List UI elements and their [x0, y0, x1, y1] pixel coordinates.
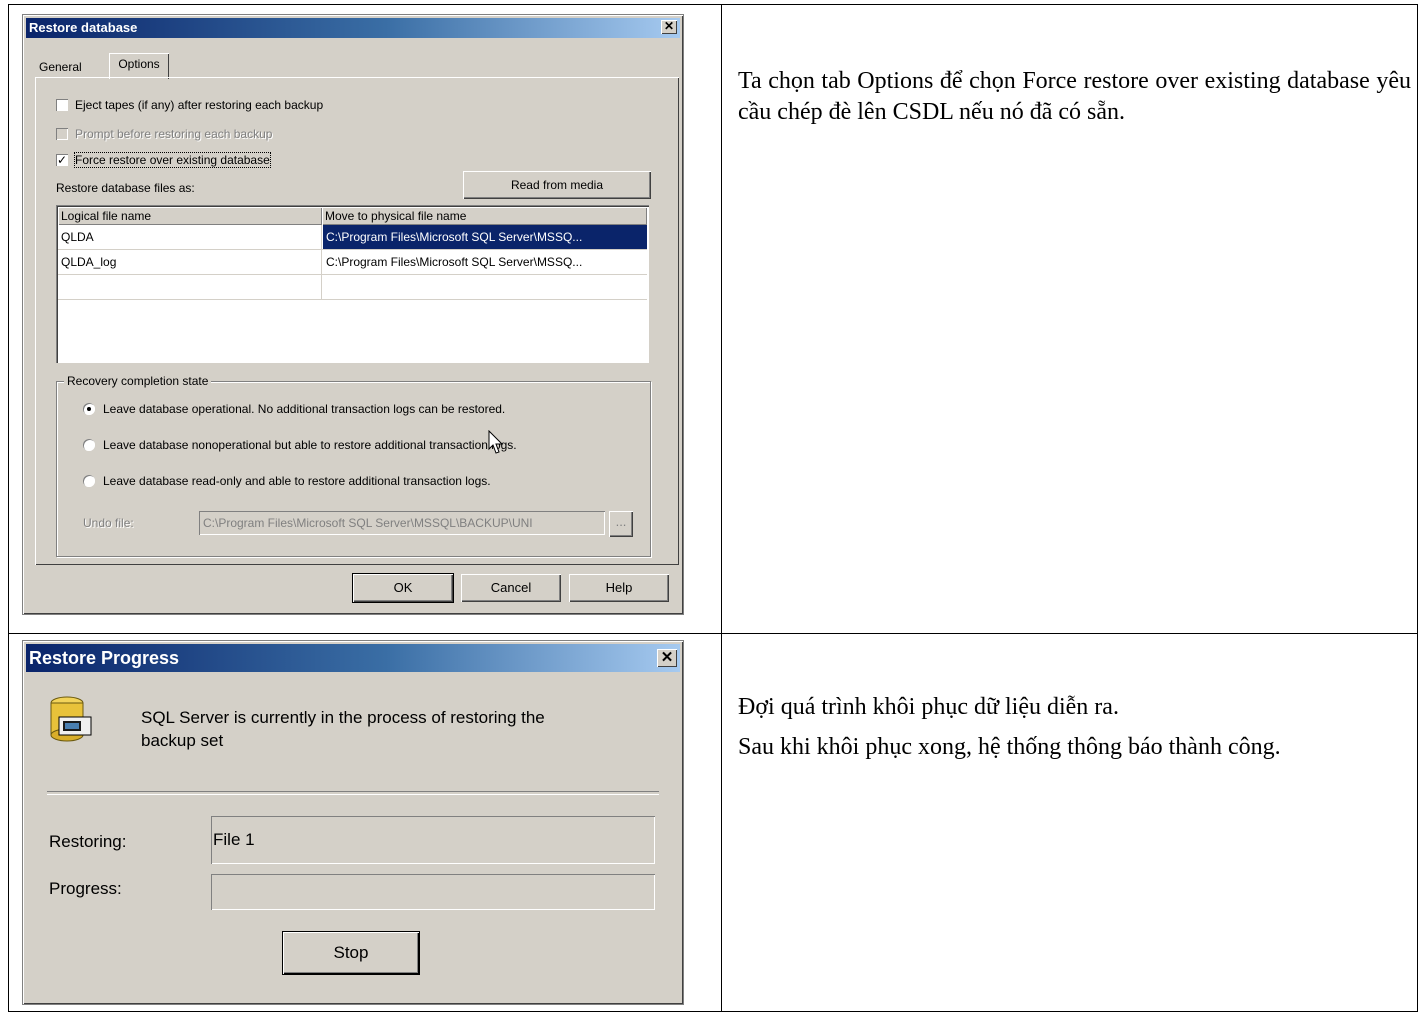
- help-label: Help: [605, 580, 633, 595]
- grid-header-logical[interactable]: Logical file name: [58, 207, 322, 225]
- cell-row2-text: Đợi quá trình khôi phục dữ liệu diễn ra.…: [721, 632, 1418, 1013]
- recovery-legend: Recovery completion state: [64, 374, 212, 388]
- restoring-label: Restoring:: [49, 832, 127, 851]
- cancel-label: Cancel: [490, 580, 532, 595]
- progress-label: Progress:: [49, 879, 122, 898]
- read-from-media-button[interactable]: Read from media: [463, 171, 651, 199]
- undo-file-value: C:\Program Files\Microsoft SQL Server\MS…: [203, 516, 533, 530]
- title-bar: Restore database ✕: [26, 18, 680, 38]
- restoring-field: File 1: [211, 816, 655, 864]
- prompt-before-checkbox: [56, 128, 68, 140]
- recovery-option-3-label: Leave database read-only and able to res…: [103, 474, 491, 488]
- dialog-title: Restore database: [29, 20, 138, 35]
- browse-label: ...: [615, 514, 627, 529]
- restoring-value: File 1: [213, 830, 255, 849]
- row1-paragraph: Ta chọn tab Options để chọn Force restor…: [738, 68, 1411, 125]
- eject-tapes-checkbox[interactable]: [56, 99, 68, 111]
- tab-general[interactable]: General: [39, 60, 82, 74]
- progress-bar: [211, 874, 655, 910]
- cell-row1-text: Ta chọn tab Options để chọn Force restor…: [721, 4, 1418, 634]
- tab-options[interactable]: Options: [109, 53, 169, 79]
- title-bar: Restore Progress ✕: [26, 644, 680, 672]
- tab-options-label: Options: [118, 57, 160, 71]
- recovery-option-1-label: Leave database operational. No additiona…: [103, 402, 506, 416]
- ok-button[interactable]: OK: [352, 573, 454, 603]
- row2-paragraph-2: Sau khi khôi phục xong, hệ thống thông b…: [738, 733, 1281, 760]
- undo-file-input: C:\Program Files\Microsoft SQL Server\MS…: [199, 511, 605, 535]
- row2-paragraph-1: Đợi quá trình khôi phục dữ liệu diễn ra.: [738, 693, 1119, 720]
- cancel-button[interactable]: Cancel: [461, 574, 561, 602]
- stop-label: Stop: [333, 943, 369, 962]
- grid-cell-logical: QLDA: [58, 225, 322, 249]
- recovery-option-3-radio[interactable]: [83, 475, 95, 487]
- prompt-before-label: Prompt before restoring each backup: [75, 127, 273, 141]
- stop-button[interactable]: Stop: [283, 932, 419, 974]
- restore-files-label: Restore database files as:: [56, 181, 195, 195]
- recovery-option-1-radio[interactable]: [83, 403, 95, 415]
- database-icon: [50, 696, 92, 742]
- force-restore-checkbox[interactable]: ✓: [56, 154, 68, 166]
- grid-header-physical[interactable]: Move to physical file name: [322, 207, 647, 225]
- restore-database-dialog: Restore database ✕ General Options Eject…: [22, 14, 684, 615]
- progress-message-line2: backup set: [141, 731, 224, 750]
- restore-progress-dialog: Restore Progress ✕ SQL Server is current…: [22, 640, 684, 1005]
- eject-tapes-label: Eject tapes (if any) after restoring eac…: [75, 98, 324, 112]
- grid-row[interactable]: QLDA_log C:\Program Files\Microsoft SQL …: [58, 250, 647, 275]
- force-restore-label: Force restore over existing database: [74, 152, 271, 168]
- ok-label: OK: [393, 580, 413, 595]
- read-from-media-label: Read from media: [510, 178, 604, 192]
- grid-row-empty[interactable]: [58, 275, 647, 300]
- close-icon[interactable]: ✕: [657, 649, 677, 667]
- undo-file-label: Undo file:: [83, 516, 134, 530]
- undo-browse-button: ...: [609, 511, 633, 537]
- file-grid[interactable]: Logical file name Move to physical file …: [56, 205, 649, 363]
- grid-cell-empty: [58, 275, 322, 299]
- grid-cell-physical: C:\Program Files\Microsoft SQL Server\MS…: [326, 255, 583, 269]
- mouse-cursor-icon: [488, 430, 504, 454]
- close-icon[interactable]: ✕: [661, 20, 677, 34]
- grid-row[interactable]: QLDA C:\Program Files\Microsoft SQL Serv…: [58, 225, 647, 250]
- progress-message-line1: SQL Server is currently in the process o…: [141, 708, 545, 727]
- separator: [47, 791, 659, 795]
- recovery-option-2-label: Leave database nonoperational but able t…: [103, 438, 517, 452]
- help-button[interactable]: Help: [569, 574, 669, 602]
- recovery-option-2-radio[interactable]: [83, 439, 95, 451]
- grid-cell-physical: C:\Program Files\Microsoft SQL Server\MS…: [323, 225, 647, 249]
- grid-cell-logical: QLDA_log: [58, 250, 322, 274]
- dialog-title: Restore Progress: [29, 648, 180, 668]
